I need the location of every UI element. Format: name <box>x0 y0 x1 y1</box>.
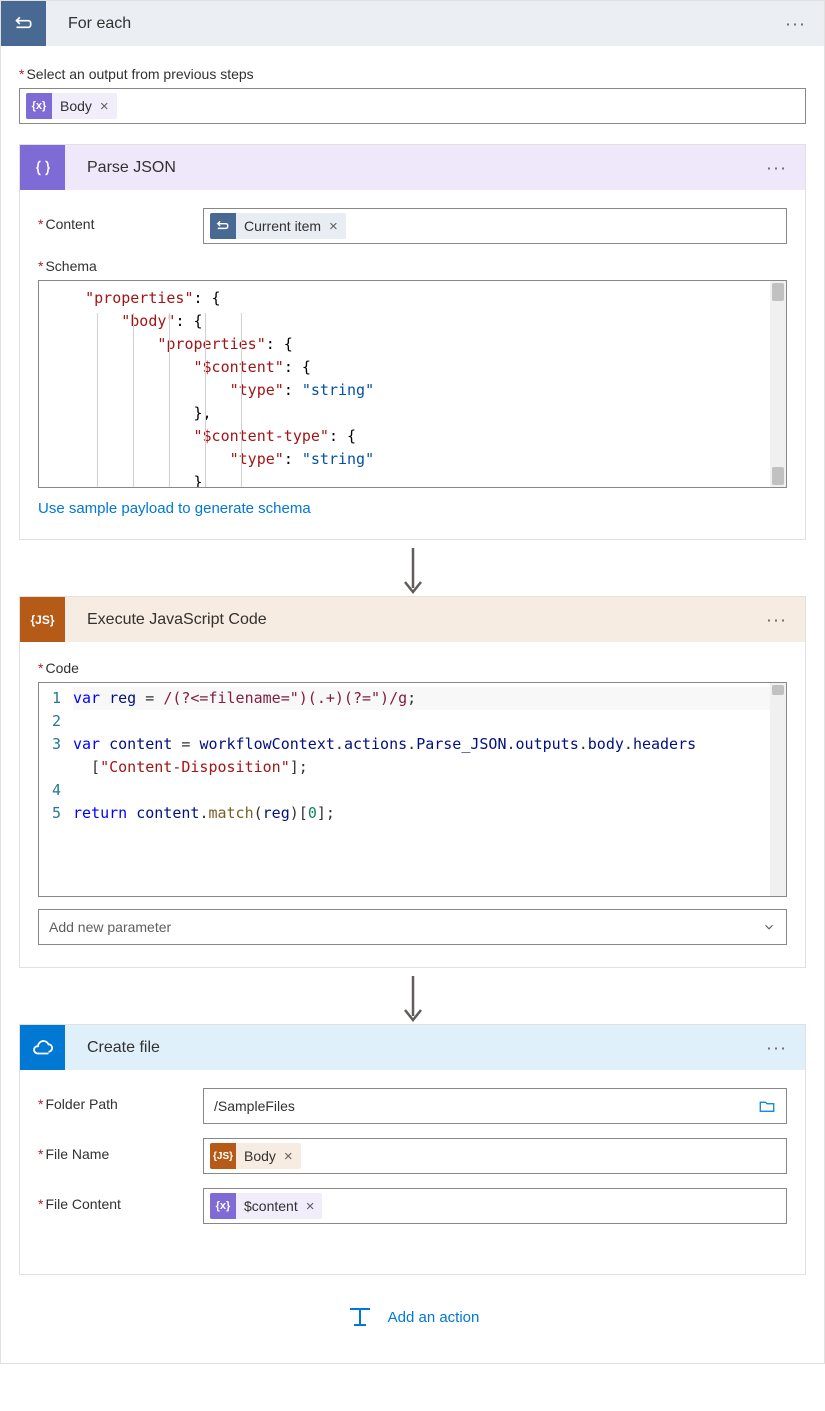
execute-js-header[interactable]: {JS} Execute JavaScript Code ··· <box>20 597 805 642</box>
gutter: 12345 <box>39 683 67 896</box>
more-icon[interactable]: ··· <box>766 1037 787 1058</box>
code-editor[interactable]: 12345 var reg = /(?<=filename=")(.+)(?="… <box>38 682 787 897</box>
schema-editor[interactable]: "properties": { "body": { "properties": … <box>38 280 787 488</box>
folder-path-input[interactable]: /SampleFiles <box>203 1088 787 1124</box>
create-file-card: Create file ··· *Folder Path /SampleFile… <box>19 1024 806 1275</box>
execute-js-title: Execute JavaScript Code <box>65 611 267 629</box>
js-icon: {JS} <box>20 597 65 642</box>
create-file-header[interactable]: Create file ··· <box>20 1025 805 1070</box>
connector-arrow <box>19 968 806 1024</box>
create-file-title: Create file <box>65 1039 160 1057</box>
file-name-field[interactable]: {JS} Body × <box>203 1138 787 1174</box>
schema-label: *Schema <box>38 258 787 274</box>
js-icon: {JS} <box>210 1143 236 1169</box>
json-icon <box>20 145 65 190</box>
parse-json-header[interactable]: Parse JSON ··· <box>20 145 805 190</box>
body-token[interactable]: {x} Body × <box>26 93 117 119</box>
close-icon[interactable]: × <box>306 1198 323 1215</box>
foreach-title: For each <box>46 15 131 33</box>
loop-icon <box>1 1 46 46</box>
file-content-label: *File Content <box>38 1188 203 1212</box>
more-icon[interactable]: ··· <box>785 13 806 34</box>
output-field[interactable]: {x} Body × <box>19 88 806 124</box>
parse-json-card: Parse JSON ··· *Content <box>19 144 806 540</box>
file-name-label: *File Name <box>38 1138 203 1162</box>
folder-path-label: *Folder Path <box>38 1088 203 1112</box>
code-label: *Code <box>38 660 787 676</box>
chevron-down-icon <box>762 920 776 934</box>
connector-arrow <box>19 540 806 596</box>
current-item-token[interactable]: Current item × <box>210 213 346 239</box>
execute-js-card: {JS} Execute JavaScript Code ··· *Code 1… <box>19 596 806 968</box>
content-field[interactable]: Current item × <box>203 208 787 244</box>
folder-icon[interactable] <box>758 1097 776 1115</box>
foreach-header[interactable]: For each ··· <box>1 1 824 46</box>
loop-icon <box>210 213 236 239</box>
more-icon[interactable]: ··· <box>766 609 787 630</box>
file-content-field[interactable]: {x} $content × <box>203 1188 787 1224</box>
close-icon[interactable]: × <box>284 1148 301 1165</box>
add-action-button[interactable]: Add an action <box>19 1275 806 1341</box>
scrollbar[interactable] <box>770 281 786 487</box>
add-parameter-dropdown[interactable]: Add new parameter <box>38 909 787 945</box>
expression-icon: {x} <box>26 93 52 119</box>
foreach-container: For each ··· *Select an output from prev… <box>0 0 825 1364</box>
cloud-icon <box>20 1025 65 1070</box>
body-token[interactable]: {JS} Body × <box>210 1143 301 1169</box>
content-label: *Content <box>38 208 203 232</box>
more-icon[interactable]: ··· <box>766 157 787 178</box>
foreach-body: *Select an output from previous steps {x… <box>1 46 824 1363</box>
expression-icon: {x} <box>210 1193 236 1219</box>
close-icon[interactable]: × <box>329 218 346 235</box>
scrollbar[interactable] <box>770 683 786 896</box>
parse-json-title: Parse JSON <box>65 159 176 177</box>
output-label: *Select an output from previous steps <box>19 66 806 82</box>
content-token[interactable]: {x} $content × <box>210 1193 322 1219</box>
close-icon[interactable]: × <box>100 98 117 115</box>
sample-payload-link[interactable]: Use sample payload to generate schema <box>38 500 311 517</box>
